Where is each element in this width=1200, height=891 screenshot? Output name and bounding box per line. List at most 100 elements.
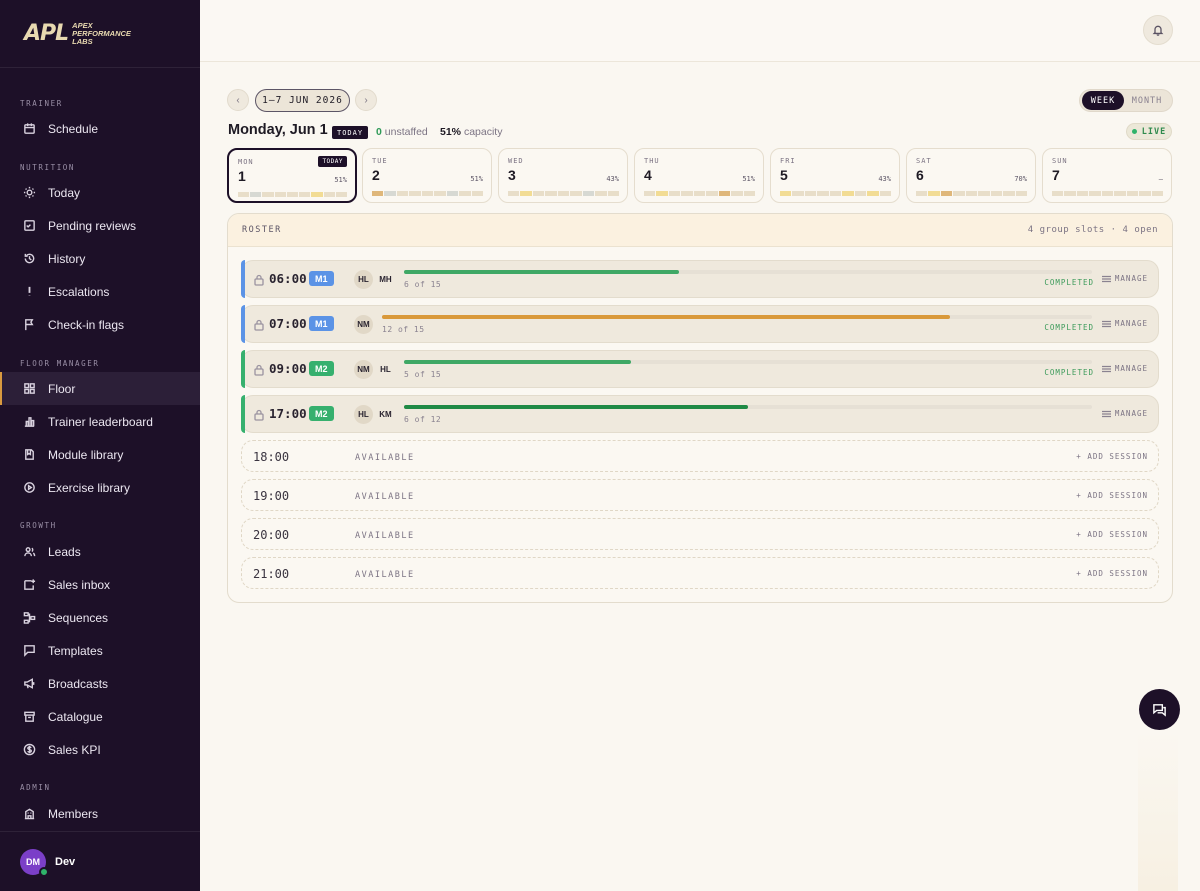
day-slot-segment [250, 192, 262, 197]
day-slot-segment [718, 191, 731, 196]
day-card-mon[interactable]: MON 1 51% TODAY [227, 148, 357, 203]
session-row[interactable]: 07:00 M1 NM 12 of 15 COMPLETED MANAGE [241, 305, 1159, 343]
sidebar-item-schedule[interactable]: Schedule [0, 112, 200, 145]
day-slot-segment [867, 191, 879, 196]
chat-button[interactable] [1139, 689, 1180, 730]
sidebar-item-sequences[interactable]: Sequences [0, 601, 200, 634]
sidebar-item-label: Pending reviews [48, 218, 137, 233]
trainer-initials[interactable]: MH [376, 270, 395, 289]
add-session-button[interactable]: + ADD SESSION [1076, 491, 1148, 500]
day-slot-segment [1076, 191, 1089, 196]
manage-button[interactable]: MANAGE [1101, 319, 1148, 328]
trainer-initials[interactable]: KM [376, 405, 395, 424]
manage-button[interactable]: MANAGE [1101, 274, 1148, 283]
view-week-option[interactable]: WEEK [1082, 91, 1124, 110]
day-slot-segment [1101, 191, 1114, 196]
brand-line-3: LABS [72, 36, 93, 46]
manage-button[interactable]: MANAGE [1101, 409, 1148, 418]
sidebar-item-label: Today [48, 185, 81, 200]
day-card-wed[interactable]: WED 3 43% [498, 148, 628, 203]
nav-section-title: FLOOR MANAGER [20, 359, 100, 368]
sidebar-item-members[interactable]: Members [0, 797, 200, 830]
view-month-option[interactable]: MONTH [1124, 91, 1170, 110]
session-status: COMPLETED [1044, 278, 1094, 287]
trainer-initials[interactable]: HL [376, 360, 395, 379]
sidebar-item-history[interactable]: History [0, 242, 200, 275]
manage-button[interactable]: MANAGE [1101, 364, 1148, 373]
capacity-bar-fill [382, 315, 950, 319]
sidebar-item-today[interactable]: Today [0, 176, 200, 209]
day-card-thu[interactable]: THU 4 51% [634, 148, 764, 203]
day-capacity: 51% [470, 175, 483, 183]
day-slot-bar [644, 191, 755, 196]
inbox-icon [22, 578, 36, 592]
day-abbr: SUN [1052, 157, 1068, 165]
sidebar-item-floor[interactable]: Floor [0, 372, 200, 405]
day-slot-segment [607, 191, 619, 196]
available-slot[interactable]: 21:00 AVAILABLE + ADD SESSION [241, 557, 1159, 589]
sidebar-item-sales-kpi[interactable]: Sales KPI [0, 733, 200, 766]
sidebar-item-trainer-leaderboard[interactable]: Trainer leaderboard [0, 405, 200, 438]
session-time: 09:00 [269, 361, 307, 376]
day-slot-bar [1052, 191, 1163, 196]
add-session-button[interactable]: + ADD SESSION [1076, 569, 1148, 578]
message-icon [22, 644, 36, 658]
trainer-initials[interactable]: NM [354, 360, 373, 379]
available-slot[interactable]: 19:00 AVAILABLE + ADD SESSION [241, 479, 1159, 511]
module-badge: M1 [309, 316, 334, 331]
sidebar-item-check-in-flags[interactable]: Check-in flags [0, 308, 200, 341]
day-card-fri[interactable]: FRI 5 43% [770, 148, 900, 203]
building-icon [22, 807, 36, 821]
exclamation-icon [22, 285, 36, 299]
session-row[interactable]: 06:00 M1 HL MH 6 of 15 COMPLETED MANAGE [241, 260, 1159, 298]
session-status: COMPLETED [1044, 368, 1094, 377]
session-row[interactable]: 17:00 M2 HL KM 6 of 12 MANAGE [241, 395, 1159, 433]
sidebar-item-module-library[interactable]: Module library [0, 438, 200, 471]
sidebar-item-broadcasts[interactable]: Broadcasts [0, 667, 200, 700]
slot-status: AVAILABLE [355, 531, 415, 541]
trainer-initials[interactable]: HL [354, 405, 373, 424]
session-time: 17:00 [269, 406, 307, 421]
session-time: 06:00 [269, 271, 307, 286]
prev-week-button[interactable]: ‹ [227, 89, 249, 111]
sidebar-item-escalations[interactable]: Escalations [0, 275, 200, 308]
next-week-button[interactable]: › [355, 89, 377, 111]
sidebar-item-templates[interactable]: Templates [0, 634, 200, 667]
sidebar-item-pending-reviews[interactable]: Pending reviews [0, 209, 200, 242]
day-number: 6 [916, 167, 924, 183]
session-row[interactable]: 09:00 M2 NM HL 5 of 15 COMPLETED MANAGE [241, 350, 1159, 388]
day-card-sun[interactable]: SUN 7 – [1042, 148, 1172, 203]
day-slot-segment [743, 191, 755, 196]
day-slot-segment [804, 191, 817, 196]
day-slot-segment [459, 191, 471, 196]
date-range-pill[interactable]: 1–7 JUN 2026 [255, 89, 350, 112]
available-slot[interactable]: 18:00 AVAILABLE + ADD SESSION [241, 440, 1159, 472]
day-card-tue[interactable]: TUE 2 51% [362, 148, 492, 203]
day-slot-segment [792, 191, 804, 196]
day-card-sat[interactable]: SAT 6 70% [906, 148, 1036, 203]
trainer-initials[interactable]: NM [354, 315, 373, 334]
day-slot-segment [1139, 191, 1151, 196]
add-session-button[interactable]: + ADD SESSION [1076, 530, 1148, 539]
day-abbr: SAT [916, 157, 932, 165]
avatar[interactable]: DM [20, 848, 49, 877]
available-slot[interactable]: 20:00 AVAILABLE + ADD SESSION [241, 518, 1159, 550]
sidebar-item-label: Check-in flags [48, 317, 125, 332]
sidebar-item-leads[interactable]: Leads [0, 535, 200, 568]
sidebar-item-label: Catalogue [48, 709, 103, 724]
brand-logo[interactable]: APL APEX PERFORMANCE LABS [0, 0, 200, 68]
user-menu[interactable]: DM Dev [0, 831, 200, 891]
sidebar-item-label: Schedule [48, 121, 99, 136]
add-session-button[interactable]: + ADD SESSION [1076, 452, 1148, 461]
sidebar-item-catalogue[interactable]: Catalogue [0, 700, 200, 733]
day-slot-segment [829, 191, 842, 196]
trainer-initials[interactable]: HL [354, 270, 373, 289]
sidebar-item-label: Members [48, 806, 99, 821]
capacity-bar-fill [404, 405, 748, 409]
roster-summary: 4 group slots · 4 open [1027, 225, 1158, 235]
sidebar-item-exercise-library[interactable]: Exercise library [0, 471, 200, 504]
notifications-button[interactable] [1143, 15, 1173, 45]
play-circle-icon [22, 481, 36, 495]
sidebar-item-sales-inbox[interactable]: Sales inbox [0, 568, 200, 601]
day-slot-segment [1064, 191, 1076, 196]
